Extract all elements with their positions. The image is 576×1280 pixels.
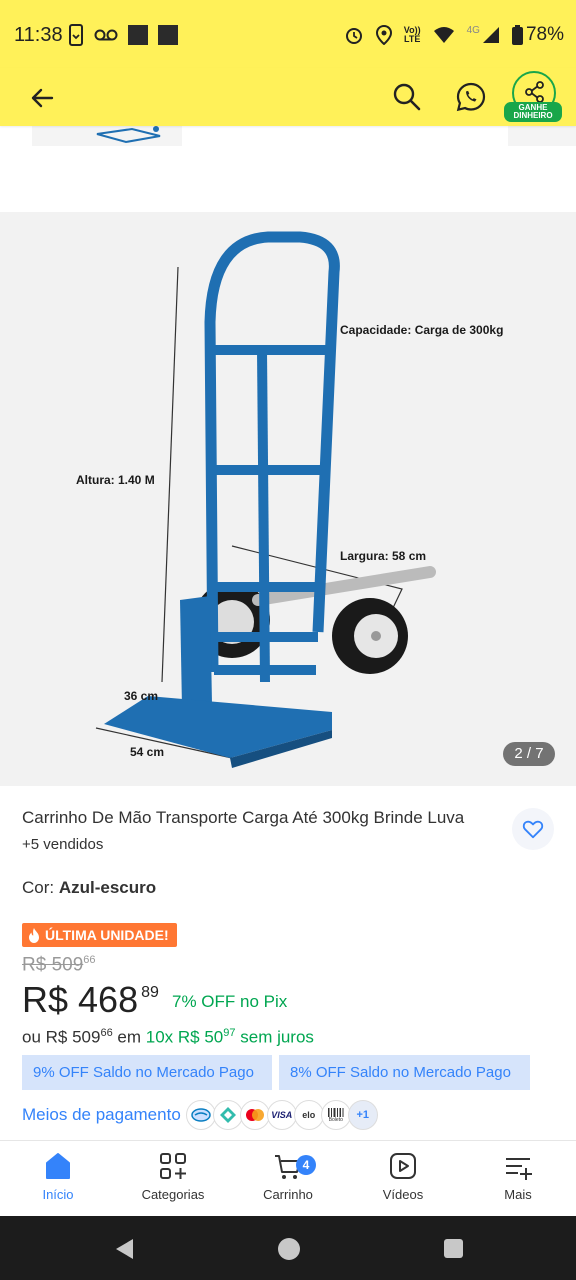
pix-icon [212, 1100, 243, 1130]
visa-icon: VISA [266, 1100, 297, 1130]
thumbnail-image [96, 126, 161, 144]
app-bar: GANHE DINHEIRO [0, 68, 576, 126]
installments-info: ou R$ 50966 em 10x R$ 5097 sem juros [22, 1027, 314, 1047]
promo-chip[interactable]: 9% OFF Saldo no Mercado Pago [22, 1055, 272, 1090]
search-icon[interactable] [390, 80, 424, 114]
nav-label: Início [42, 1187, 74, 1202]
app-notification-icon [128, 25, 148, 45]
nav-label: Vídeos [382, 1187, 424, 1202]
payment-methods-link[interactable]: Meios de pagamento [22, 1105, 181, 1125]
signal-icon [482, 27, 499, 43]
current-price: R$ 468 89 [22, 979, 159, 1020]
sold-count: +5 vendidos [22, 836, 104, 853]
original-price: R$ 50966 [22, 954, 96, 976]
product-title: Carrinho De Mão Transporte Carga Até 300… [22, 808, 465, 827]
wifi-icon [433, 27, 454, 43]
base-label: 54 cm [130, 745, 164, 759]
share-icon [525, 81, 544, 103]
app-notification-icon [158, 25, 178, 45]
image-counter: 2 / 7 [503, 742, 555, 766]
system-navigation-bar [0, 1216, 576, 1280]
height-label: Altura: 1.40 M [76, 473, 155, 487]
width-label: Largura: 58 cm [340, 549, 426, 563]
nav-item-videos[interactable]: Vídeos [353, 1151, 453, 1202]
product-image-gallery[interactable]: Capacidade: Carga de 300kg Altura: 1.40 … [0, 212, 576, 786]
whatsapp-icon[interactable] [454, 80, 488, 114]
bottom-navigation: Início Categorias 4 Carrinho Vídeos Mais [0, 1140, 576, 1216]
thumbnail[interactable] [32, 126, 182, 146]
volte-icon: Vo)) LTE [403, 25, 421, 44]
phone-sync-icon [69, 24, 83, 46]
thumbnail-strip [0, 126, 576, 146]
battery-status: 78% [511, 24, 564, 46]
nav-label: Categorias [141, 1187, 205, 1202]
more-payment-methods[interactable]: +1 [347, 1100, 378, 1130]
thumbnail[interactable] [508, 126, 576, 146]
depth-label: 36 cm [124, 689, 158, 703]
menu-plus-icon [506, 1158, 532, 1180]
back-arrow-icon[interactable] [26, 82, 58, 114]
video-icon [390, 1153, 416, 1179]
system-home-icon[interactable] [278, 1238, 300, 1260]
color-label: Cor: [22, 878, 59, 897]
voicemail-icon [94, 29, 118, 41]
last-unit-badge: ÚLTIMA UNIDADE! [22, 923, 177, 947]
fire-icon [29, 927, 39, 943]
system-recents-icon[interactable] [444, 1239, 463, 1258]
system-back-icon[interactable] [114, 1238, 134, 1260]
status-system-icons: Vo)) LTE 4G 78% [344, 24, 564, 46]
cart-count-badge: 4 [296, 1155, 316, 1175]
nav-item-categories[interactable]: Categorias [123, 1151, 223, 1202]
payment-methods-row[interactable]: Meios de pagamento VISA elo Boleto +1 [22, 1100, 378, 1130]
battery-level: 78% [525, 24, 564, 45]
promo-chip[interactable]: 8% OFF Saldo no Mercado Pago [279, 1055, 530, 1090]
nav-label: Mais [504, 1187, 532, 1202]
status-notification-icons [68, 24, 178, 46]
payment-icons: VISA elo Boleto +1 [185, 1100, 378, 1130]
pix-discount: 7% OFF no Pix [172, 992, 288, 1011]
nav-item-more[interactable]: Mais [468, 1151, 568, 1202]
capacity-label: Capacidade: Carga de 300kg [340, 323, 503, 337]
last-unit-text: ÚLTIMA UNIDADE! [45, 927, 169, 943]
nav-item-cart[interactable]: 4 Carrinho [238, 1151, 338, 1202]
battery-icon [511, 25, 523, 45]
favorite-button[interactable] [512, 808, 554, 850]
color-selector[interactable]: Cor: Azul-escuro [22, 878, 156, 898]
heart-icon [522, 820, 544, 839]
nav-label: Carrinho [263, 1187, 313, 1202]
elo-icon: elo [293, 1100, 324, 1130]
mercado-pago-icon [185, 1100, 216, 1130]
status-time: 11:38 [14, 24, 63, 46]
hand-truck-image: Capacidade: Carga de 300kg Altura: 1.40 … [76, 231, 503, 768]
color-value: Azul-escuro [58, 878, 157, 897]
home-icon [46, 1153, 70, 1179]
boleto-icon: Boleto [320, 1100, 351, 1130]
nav-item-home[interactable]: Início [8, 1151, 108, 1202]
categories-icon [160, 1153, 186, 1179]
location-icon [375, 25, 392, 45]
alarm-icon [345, 28, 362, 44]
mastercard-icon [239, 1100, 270, 1130]
status-bar: 11:38 Vo)) LTE 4G 78% [0, 0, 576, 68]
network-type: 4G [466, 24, 480, 36]
earn-money-badge[interactable]: GANHE DINHEIRO [504, 102, 562, 122]
